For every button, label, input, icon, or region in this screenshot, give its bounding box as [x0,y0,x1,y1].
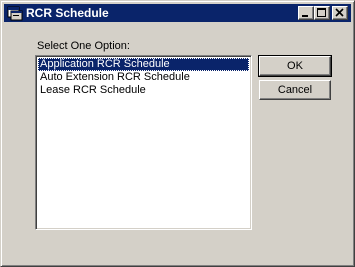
minimize-button[interactable] [298,6,314,20]
close-button[interactable] [332,6,348,20]
list-item[interactable]: Lease RCR Schedule [38,84,249,97]
close-icon [335,8,344,17]
list-item[interactable]: Application RCR Schedule [38,58,249,71]
cancel-button[interactable]: Cancel [259,80,331,100]
maximize-button[interactable] [314,6,330,20]
dialog-window: RCR Schedule Select One Option: Applicat… [0,0,355,267]
window-title: RCR Schedule [26,6,109,20]
option-label: Application RCR Schedule [40,58,170,70]
minimize-icon [302,15,308,17]
option-label: Lease RCR Schedule [40,84,146,96]
option-label: Auto Extension RCR Schedule [40,71,190,83]
prompt-label: Select One Option: [37,40,130,52]
list-item[interactable]: Auto Extension RCR Schedule [38,71,249,84]
title-bar[interactable]: RCR Schedule [4,4,351,22]
ok-button[interactable]: OK [258,55,332,77]
app-window-icon[interactable] [7,5,23,21]
options-listbox[interactable]: Application RCR Schedule Auto Extension … [35,55,252,230]
maximize-icon [317,8,326,17]
